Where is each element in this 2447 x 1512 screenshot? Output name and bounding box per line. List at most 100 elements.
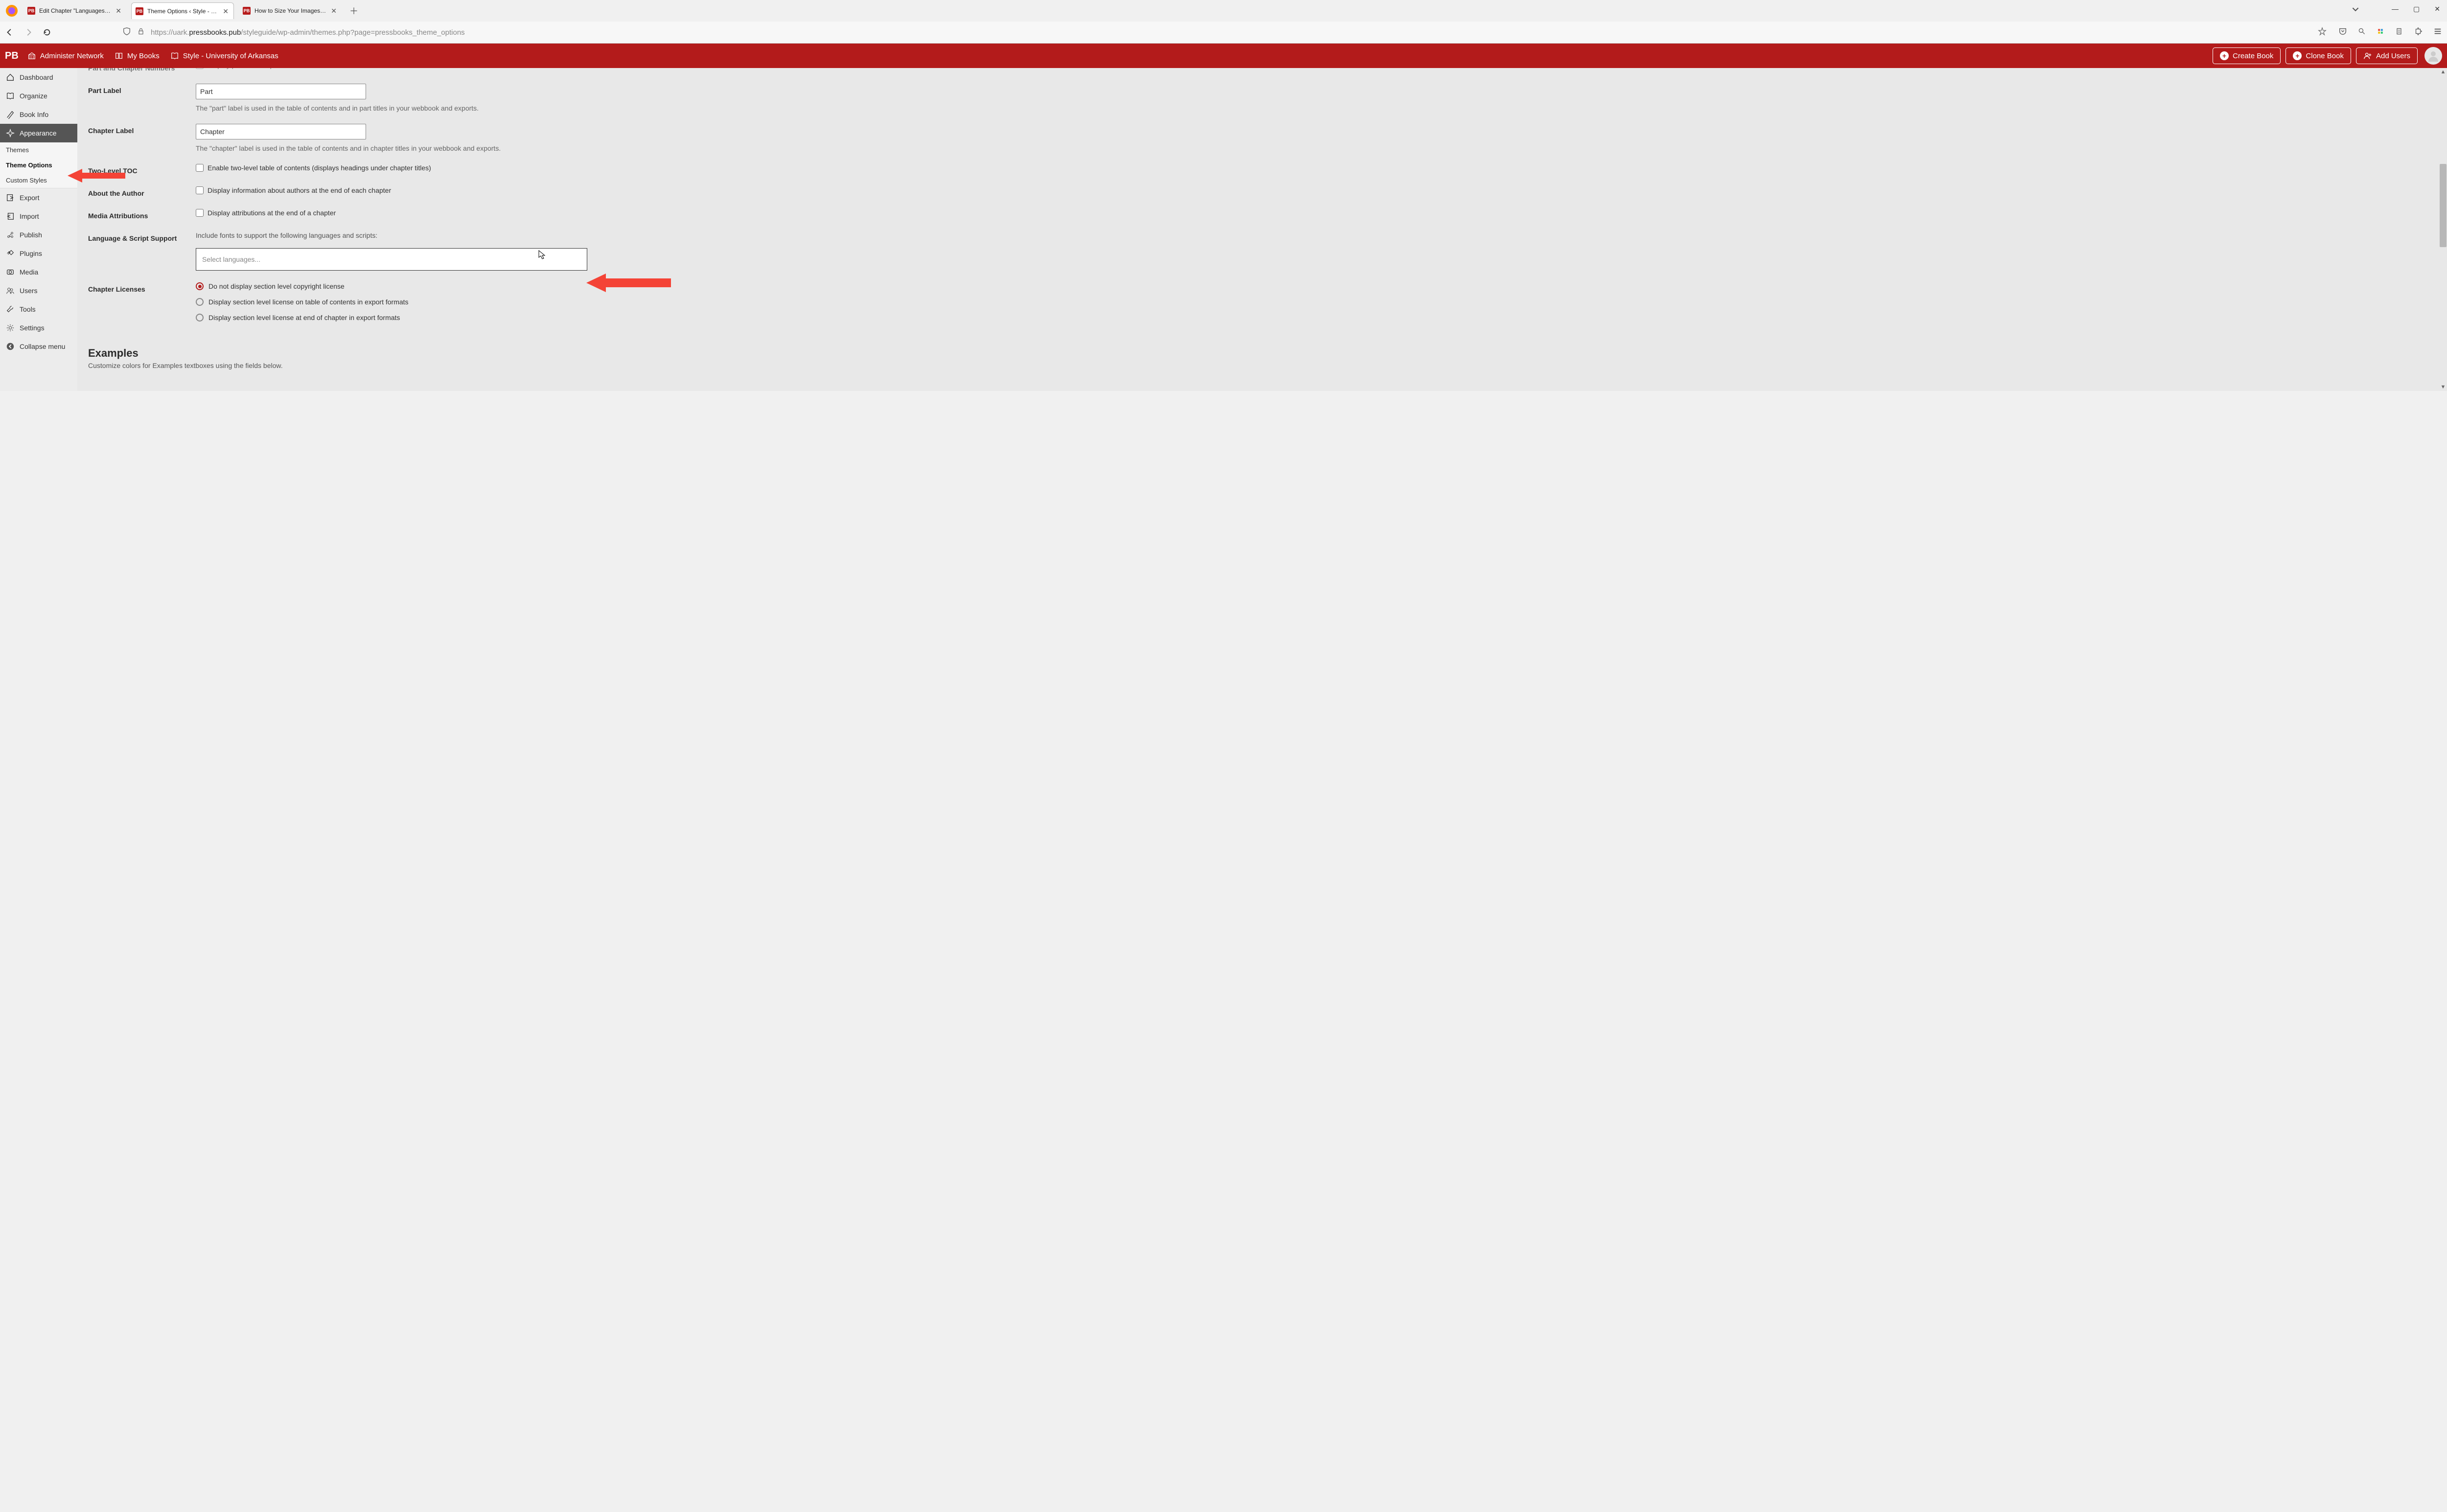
browser-tab-active[interactable]: PB Theme Options ‹ Style - Univers ✕ xyxy=(131,2,234,19)
pressbooks-favicon-icon: PB xyxy=(136,7,143,15)
url-bar[interactable]: https://uark.pressbooks.pub/styleguide/w… xyxy=(119,27,2330,38)
bookmark-star-icon[interactable] xyxy=(2318,27,2327,38)
field-label: About the Author xyxy=(88,186,196,197)
part-label-input[interactable] xyxy=(196,84,366,99)
close-tab-icon[interactable]: ✕ xyxy=(115,7,121,14)
language-intro-text: Include fonts to support the following l… xyxy=(196,231,2428,239)
add-users-button[interactable]: Add Users xyxy=(2356,47,2418,64)
field-label: Chapter Licenses xyxy=(88,282,196,329)
submenu-label: Custom Styles xyxy=(6,177,47,184)
my-books-link[interactable]: My Books xyxy=(115,51,160,60)
close-tab-icon[interactable]: ✕ xyxy=(331,7,337,14)
chapter-label-input[interactable] xyxy=(196,124,366,139)
checkbox-two-level-toc[interactable]: Enable two-level table of contents (disp… xyxy=(196,164,2428,172)
new-tab-button[interactable]: ＋ xyxy=(346,4,361,17)
forward-button[interactable] xyxy=(23,27,33,37)
sidebar-item-settings[interactable]: Settings xyxy=(0,319,77,337)
tab-bar: PB Edit Chapter "Languages" ‹ Style ✕ PB… xyxy=(0,0,2447,22)
sidebar-item-export[interactable]: Export xyxy=(0,188,77,207)
plus-circle-icon: + xyxy=(2220,51,2229,60)
tab-label: Edit Chapter "Languages" ‹ Style xyxy=(39,7,112,14)
reload-button[interactable] xyxy=(42,27,52,37)
user-avatar[interactable] xyxy=(2424,47,2442,65)
back-button[interactable] xyxy=(5,27,15,37)
tab-dropdown-icon[interactable] xyxy=(2352,6,2359,15)
url-text: https://uark.pressbooks.pub/styleguide/w… xyxy=(151,28,2312,37)
extension-icon[interactable] xyxy=(2377,27,2384,38)
sidebar-item-bookinfo[interactable]: Book Info xyxy=(0,105,77,124)
scroll-up-icon[interactable]: ▲ xyxy=(2441,69,2446,75)
sidebar-item-import[interactable]: Import xyxy=(0,207,77,226)
clone-label: Clone Book xyxy=(2306,52,2344,60)
sidebar-item-tools[interactable]: Tools xyxy=(0,300,77,319)
submenu-theme-options[interactable]: Theme Options xyxy=(0,158,77,173)
form-row-language-support: Language & Script Support Include fonts … xyxy=(88,226,2428,276)
pressbooks-logo[interactable]: PB xyxy=(5,50,19,62)
sidebar-item-label: Settings xyxy=(20,324,45,332)
scrollbar-thumb[interactable] xyxy=(2440,164,2447,247)
page-body: Dashboard Organize Book Info Appearance … xyxy=(0,68,2447,391)
current-book-link[interactable]: Style - University of Arkansas xyxy=(170,51,278,60)
booktitle-label: Style - University of Arkansas xyxy=(183,52,278,60)
radio-label: Display section level license at end of … xyxy=(208,314,400,321)
form-row-chapter-label: Chapter Label The "chapter" label is use… xyxy=(88,118,2428,158)
toolbar-icons xyxy=(2338,27,2442,38)
field-label: Part and Chapter Numbers xyxy=(88,68,196,72)
administer-network-link[interactable]: Administer Network xyxy=(27,51,104,60)
sidebar-item-organize[interactable]: Organize xyxy=(0,87,77,105)
hamburger-menu-icon[interactable] xyxy=(2433,27,2442,38)
checkbox-about-author[interactable]: Display information about authors at the… xyxy=(196,186,2428,194)
form-row-two-level-toc: Two-Level TOC Enable two-level table of … xyxy=(88,158,2428,181)
form-row-part-label: Part Label The "part" label is used in t… xyxy=(88,78,2428,118)
radio-license-2[interactable]: Display section level license at end of … xyxy=(196,314,2428,321)
vertical-scrollbar[interactable]: ▲ ▼ xyxy=(2439,68,2447,391)
sidebar-item-label: Export xyxy=(20,194,39,202)
browser-tab[interactable]: PB Edit Chapter "Languages" ‹ Style ✕ xyxy=(23,2,126,19)
sidebar-item-media[interactable]: Media xyxy=(0,263,77,281)
radio-license-0[interactable]: Do not display section level copyright l… xyxy=(196,282,2428,290)
submenu-themes[interactable]: Themes xyxy=(0,142,77,158)
mouse-cursor-icon xyxy=(538,250,546,260)
sidebar-item-label: Dashboard xyxy=(20,73,53,81)
placeholder-text: Select languages... xyxy=(202,255,260,263)
administer-label: Administer Network xyxy=(40,52,104,60)
minimize-button[interactable]: — xyxy=(2392,5,2399,13)
scroll-down-icon[interactable]: ▼ xyxy=(2441,384,2446,390)
sidebar-item-plugins[interactable]: Plugins xyxy=(0,244,77,263)
help-text: The "chapter" label is used in the table… xyxy=(196,144,2428,152)
shield-icon[interactable] xyxy=(122,27,131,38)
checkbox-media-attr[interactable]: Display attributions at the end of a cha… xyxy=(196,209,2428,217)
clipboard-icon[interactable] xyxy=(2395,27,2403,38)
clone-book-button[interactable]: +Clone Book xyxy=(2285,47,2351,64)
sidebar-item-dashboard[interactable]: Dashboard xyxy=(0,68,77,87)
sidebar-collapse[interactable]: Collapse menu xyxy=(0,337,77,356)
language-select-input[interactable]: Select languages... xyxy=(196,248,587,271)
field-label: Two-Level TOC xyxy=(88,164,196,175)
sidebar-item-appearance[interactable]: Appearance xyxy=(0,124,77,142)
radio-icon xyxy=(196,298,204,306)
field-label: Language & Script Support xyxy=(88,231,196,271)
form-row-chapter-licenses: Chapter Licenses Do not display section … xyxy=(88,276,2428,335)
pocket-icon[interactable] xyxy=(2338,27,2347,38)
close-window-button[interactable]: ✕ xyxy=(2434,5,2440,13)
submenu-custom-styles[interactable]: Custom Styles xyxy=(0,173,77,188)
sidebar-item-users[interactable]: Users xyxy=(0,281,77,300)
browser-chrome: PB Edit Chapter "Languages" ‹ Style ✕ PB… xyxy=(0,0,2447,44)
lock-icon[interactable] xyxy=(137,27,145,38)
sidebar-item-publish[interactable]: Publish xyxy=(0,226,77,244)
radio-label: Do not display section level copyright l… xyxy=(208,282,345,290)
sidebar-item-label: Book Info xyxy=(20,111,48,118)
examples-heading: Examples xyxy=(88,347,2428,360)
browser-tab[interactable]: PB How to Size Your Images for Pr ✕ xyxy=(239,2,342,19)
addusers-label: Add Users xyxy=(2376,52,2410,60)
create-book-button[interactable]: +Create Book xyxy=(2213,47,2281,64)
admin-sidebar: Dashboard Organize Book Info Appearance … xyxy=(0,68,77,391)
maximize-button[interactable]: ▢ xyxy=(2413,5,2420,13)
radio-license-1[interactable]: Display section level license on table o… xyxy=(196,298,2428,306)
zoom-icon[interactable] xyxy=(2358,27,2366,38)
checkbox-label: Display information about authors at the… xyxy=(208,186,391,194)
checkbox-display-part-chapter[interactable]: Display part and chapter numbers xyxy=(196,68,2428,69)
examples-description: Customize colors for Examples textboxes … xyxy=(88,362,283,369)
extensions-puzzle-icon[interactable] xyxy=(2414,27,2423,38)
close-tab-icon[interactable]: ✕ xyxy=(223,8,229,15)
